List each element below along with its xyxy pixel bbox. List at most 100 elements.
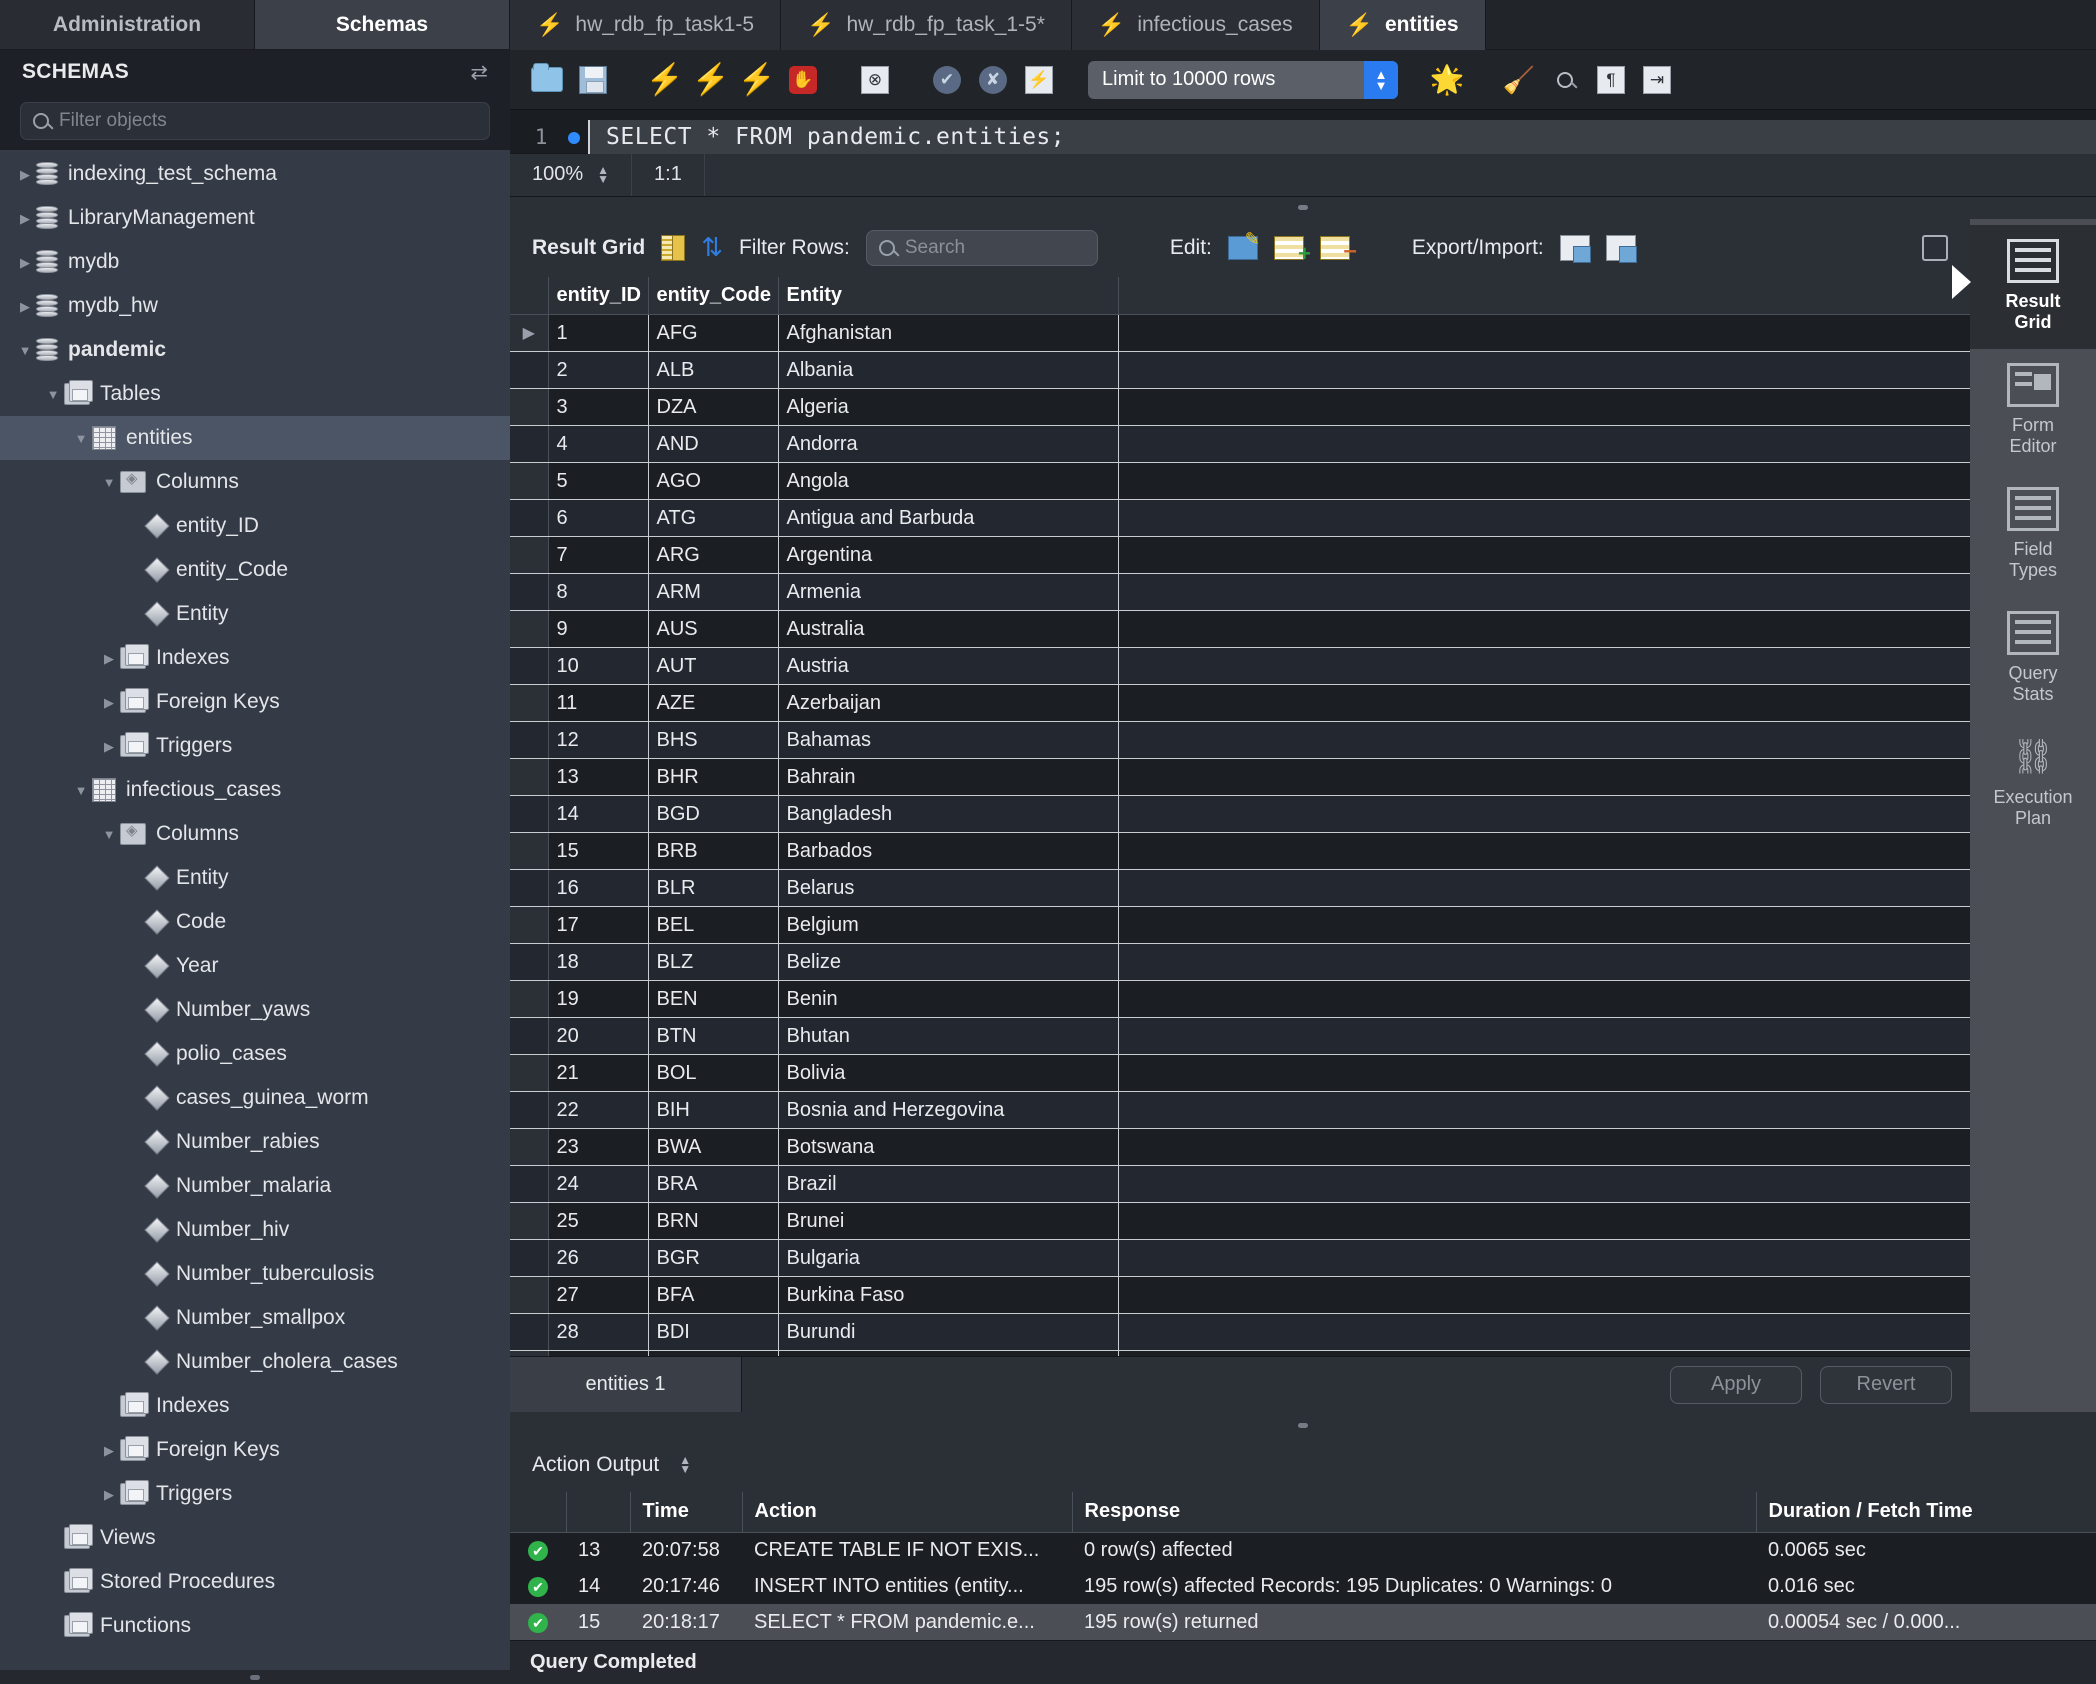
delete-row-icon[interactable] [1320,236,1350,260]
editor-tab-hw-rdb-fp-task1-5[interactable]: ⚡ hw_rdb_fp_task1-5 [510,0,781,50]
editor-zoom-cell[interactable]: 100% ▲▼ [510,154,632,196]
cell-entity[interactable]: Belize [778,944,1118,981]
splitter-handle[interactable] [1298,205,1308,210]
cell-entity[interactable]: Albania [778,352,1118,389]
chevron-right-icon[interactable]: ▶ [98,1444,120,1457]
rollback-icon[interactable]: ✘ [970,57,1016,103]
chevron-right-icon[interactable]: ▶ [98,1488,120,1501]
schema-tree[interactable]: ▶indexing_test_schema▶LibraryManagement▶… [0,150,510,1670]
cell-entity-id[interactable]: 16 [548,870,648,907]
cell-entity-id[interactable]: 25 [548,1203,648,1240]
tree-item-mydb[interactable]: ▶mydb [0,240,510,284]
cell-entity-code[interactable]: BGD [648,796,778,833]
cell-entity-id[interactable]: 17 [548,907,648,944]
cell-entity[interactable]: Brunei [778,1203,1118,1240]
result-set-tab-entities-1[interactable]: entities 1 [510,1357,742,1412]
table-row[interactable]: 24BRABrazil [510,1166,1970,1203]
chevron-down-icon[interactable]: ▼ [70,432,92,445]
chevron-right-icon[interactable]: ▶ [98,740,120,753]
chevron-right-icon[interactable]: · [42,1620,64,1633]
cell-entity-code[interactable]: BGR [648,1240,778,1277]
table-row[interactable]: 21BOLBolivia [510,1055,1970,1092]
table-row[interactable]: 11AZEAzerbaijan [510,685,1970,722]
stop-execution-icon[interactable]: ✋ [780,57,826,103]
tree-item-columns[interactable]: ▼Columns [0,460,510,504]
table-row[interactable]: 8ARMArmenia [510,574,1970,611]
chevron-down-icon[interactable]: ▼ [70,784,92,797]
column-header-entity-id[interactable]: entity_ID [548,277,648,315]
cell-entity-id[interactable]: 19 [548,981,648,1018]
execute-statement-icon[interactable]: ⚡ [642,57,688,103]
cell-entity-code[interactable]: BHR [648,759,778,796]
result-grid-scroll[interactable]: entity_ID entity_Code Entity ▶1AFGAfghan… [510,277,1970,1356]
table-row[interactable]: 23BWABotswana [510,1129,1970,1166]
cell-entity-code[interactable]: BRA [648,1166,778,1203]
sql-statement-line[interactable]: SELECT * FROM pandemic.entities; [588,120,2096,154]
cell-entity-code[interactable]: BIH [648,1092,778,1129]
table-row[interactable]: 4ANDAndorra [510,426,1970,463]
column-header-entity[interactable]: Entity [778,277,1118,315]
cell-entity-code[interactable]: BRN [648,1203,778,1240]
rail-item-execution-plan[interactable]: ⛓ ExecutionPlan [1970,721,2096,845]
table-row[interactable]: 17BELBelgium [510,907,1970,944]
edit-cell-icon[interactable] [1228,236,1258,260]
cell-entity-code[interactable]: AUS [648,611,778,648]
cell-entity-id[interactable]: 5 [548,463,648,500]
cell-entity[interactable]: Afghanistan [778,315,1118,352]
rail-item-result-grid[interactable]: ResultGrid [1970,225,2096,349]
cell-entity-id[interactable]: 26 [548,1240,648,1277]
cell-entity-id[interactable]: 28 [548,1314,648,1351]
cell-entity-id[interactable]: 2 [548,352,648,389]
tree-item-foreign-keys[interactable]: ▶Foreign Keys [0,1428,510,1472]
cell-entity-code[interactable]: AND [648,426,778,463]
table-row[interactable]: 25BRNBrunei [510,1203,1970,1240]
cell-entity-id[interactable]: 13 [548,759,648,796]
cell-entity-id[interactable]: 21 [548,1055,648,1092]
sidebar-tab-schemas[interactable]: Schemas [255,0,510,49]
cell-entity[interactable]: Burkina Faso [778,1277,1118,1314]
cell-entity-code[interactable]: BEL [648,907,778,944]
results-splitter[interactable] [510,197,2096,219]
cell-entity[interactable]: Botswana [778,1129,1118,1166]
cell-entity-code[interactable]: BOL [648,1055,778,1092]
toggle-stop-on-error-icon[interactable]: ⊗ [852,57,898,103]
toggle-grid-columns-icon[interactable] [661,235,685,261]
cell-entity[interactable]: Azerbaijan [778,685,1118,722]
chevron-down-icon[interactable]: ▼ [98,476,120,489]
table-row[interactable]: 16BLRBelarus [510,870,1970,907]
cell-entity-id[interactable]: 9 [548,611,648,648]
cell-entity-id[interactable]: 11 [548,685,648,722]
table-row[interactable]: 10AUTAustria [510,648,1970,685]
output-splitter[interactable] [510,1412,2096,1438]
cell-entity-code[interactable]: ARM [648,574,778,611]
table-row[interactable]: 2ALBAlbania [510,352,1970,389]
cell-entity-code[interactable]: BTN [648,1018,778,1055]
cell-entity[interactable]: Austria [778,648,1118,685]
action-output-table[interactable]: Time Action Response Duration / Fetch Ti… [510,1492,2096,1640]
tree-item-entity-id[interactable]: ·entity_ID [0,504,510,548]
cell-entity[interactable]: Algeria [778,389,1118,426]
tree-item-triggers[interactable]: ▶Triggers [0,724,510,768]
table-row[interactable]: 13BHRBahrain [510,759,1970,796]
tree-item-entity[interactable]: ·Entity [0,856,510,900]
clear-query-icon[interactable]: 🧹 [1496,57,1542,103]
result-grid-table[interactable]: entity_ID entity_Code Entity ▶1AFGAfghan… [510,277,1970,1356]
open-sql-script-icon[interactable] [524,57,570,103]
revert-button[interactable]: Revert [1820,1366,1952,1404]
table-row[interactable]: 14BGDBangladesh [510,796,1970,833]
tree-item-views[interactable]: ·Views [0,1516,510,1560]
table-row[interactable]: 22BIHBosnia and Herzegovina [510,1092,1970,1129]
tree-item-entity-code[interactable]: ·entity_Code [0,548,510,592]
tree-item-code[interactable]: ·Code [0,900,510,944]
tree-item-tables[interactable]: ▼Tables [0,372,510,416]
table-row[interactable]: 27BFABurkina Faso [510,1277,1970,1314]
tree-item-librarymanagement[interactable]: ▶LibraryManagement [0,196,510,240]
cell-entity[interactable]: Andorra [778,426,1118,463]
tree-item-stored-procedures[interactable]: ·Stored Procedures [0,1560,510,1604]
beautify-sql-icon[interactable]: 🌟 [1424,57,1470,103]
cell-entity-code[interactable]: BRB [648,833,778,870]
tree-item-mydb-hw[interactable]: ▶mydb_hw [0,284,510,328]
tree-item-indexes[interactable]: ·Indexes [0,1384,510,1428]
toggle-autocommit-icon[interactable]: ⚡ [1016,57,1062,103]
output-row[interactable]: ✔1320:07:58CREATE TABLE IF NOT EXIS...0 … [510,1532,2096,1568]
